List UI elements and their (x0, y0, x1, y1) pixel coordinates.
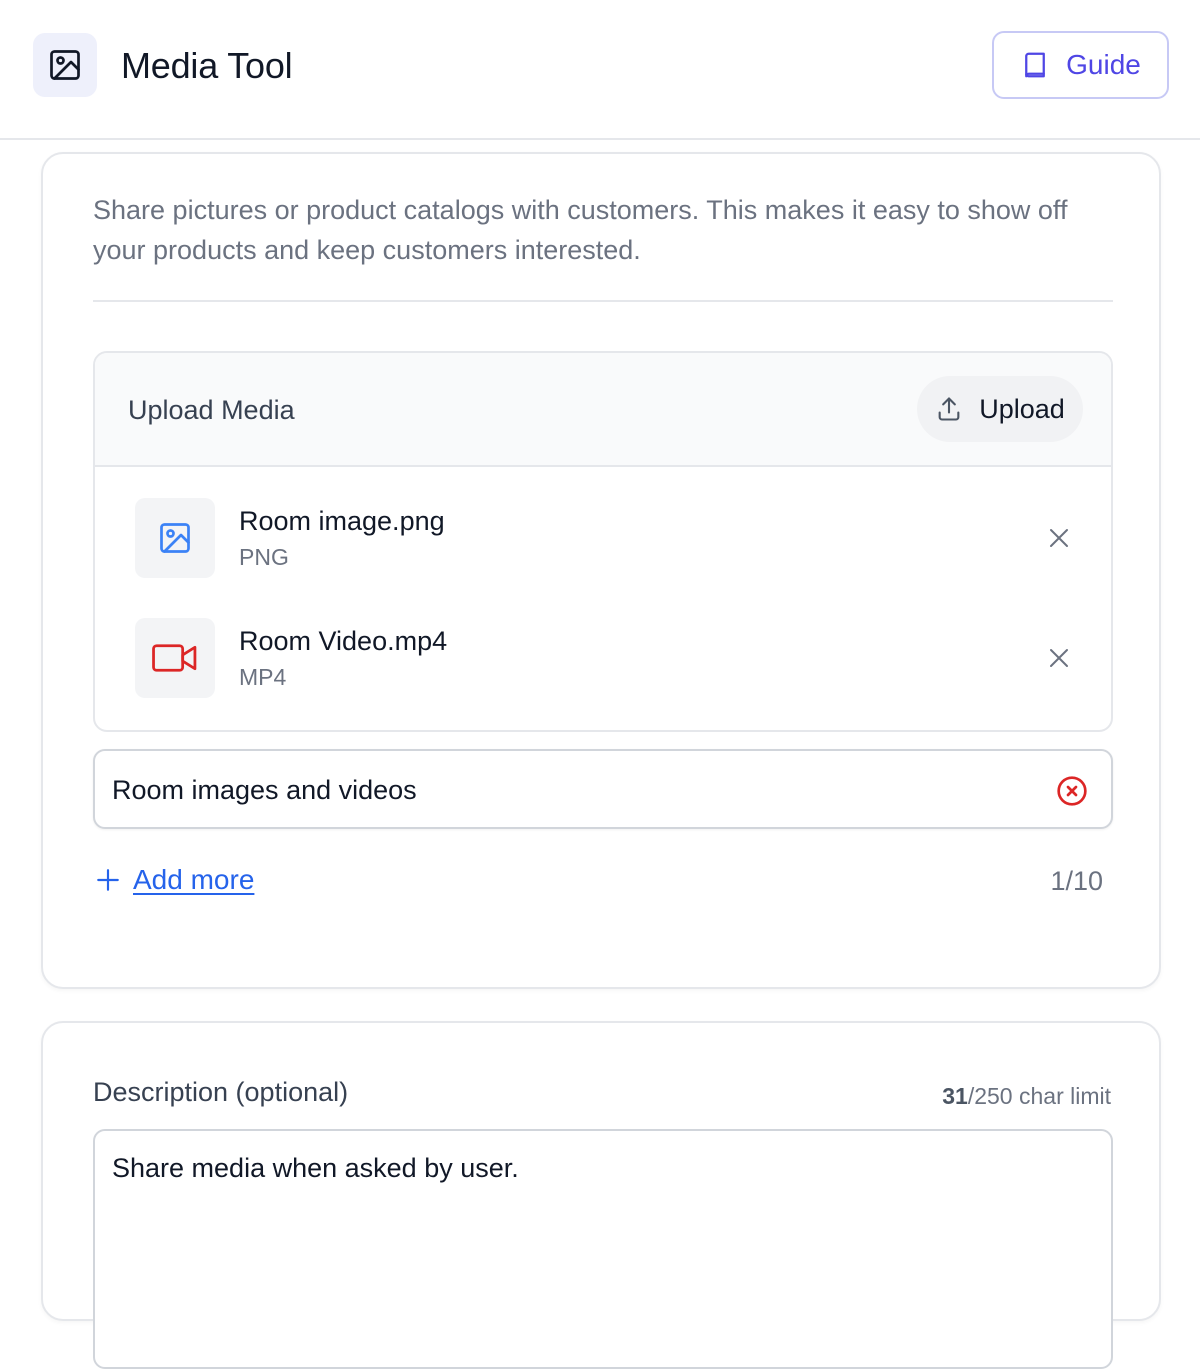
file-name: Room image.png (239, 506, 445, 536)
clear-input-button[interactable] (1055, 774, 1089, 808)
upload-button-label: Upload (979, 393, 1065, 424)
media-title-input[interactable]: Room images and videos (93, 749, 1113, 829)
file-type: MP4 (239, 664, 287, 690)
image-icon (33, 33, 97, 97)
media-count: 1/10 (1050, 866, 1103, 896)
upload-icon (935, 395, 963, 423)
description-label: Description (optional) (93, 1077, 349, 1107)
video-icon (135, 618, 215, 698)
guide-label: Guide (1066, 49, 1141, 80)
add-more-label: Add more (133, 864, 255, 895)
divider (93, 300, 1113, 302)
char-limit: 31/250 char limit (942, 1081, 1111, 1111)
close-icon (1047, 526, 1071, 550)
description-card: Description (optional) 31/250 char limit… (41, 1021, 1161, 1369)
book-icon (1020, 50, 1050, 80)
file-name: Room Video.mp4 (239, 626, 448, 656)
guide-button[interactable]: Guide (992, 31, 1169, 99)
close-icon (1047, 646, 1071, 670)
file-type: PNG (239, 544, 289, 570)
char-count: 31 (942, 1083, 968, 1109)
media-title-value: Room images and videos (112, 775, 417, 805)
remove-file-button[interactable] (1043, 642, 1075, 674)
plus-icon (95, 867, 121, 893)
app-header: Media Tool Guide (0, 0, 1200, 140)
file-item: Room Video.mp4 MP4 (135, 618, 1075, 698)
add-more-link[interactable]: Add more (95, 860, 254, 900)
upload-title: Upload Media (128, 395, 295, 425)
media-card: Share pictures or product catalogs with … (41, 152, 1161, 989)
intro-text: Share pictures or product catalogs with … (93, 195, 1068, 265)
description-value: Share media when asked by user. (112, 1153, 519, 1183)
file-item: Room image.png PNG (135, 498, 1075, 578)
remove-file-button[interactable] (1043, 522, 1075, 554)
description-textarea[interactable]: Share media when asked by user. (93, 1129, 1113, 1369)
image-icon (135, 498, 215, 578)
close-circle-icon (1056, 775, 1088, 807)
upload-panel-header: Upload Media Upload (95, 353, 1111, 467)
upload-button[interactable]: Upload (917, 376, 1083, 442)
page-title: Media Tool (121, 45, 293, 86)
upload-panel: Upload Media Upload Room image.png PNG R… (93, 351, 1113, 732)
char-limit-suffix: /250 char limit (967, 1083, 1111, 1109)
